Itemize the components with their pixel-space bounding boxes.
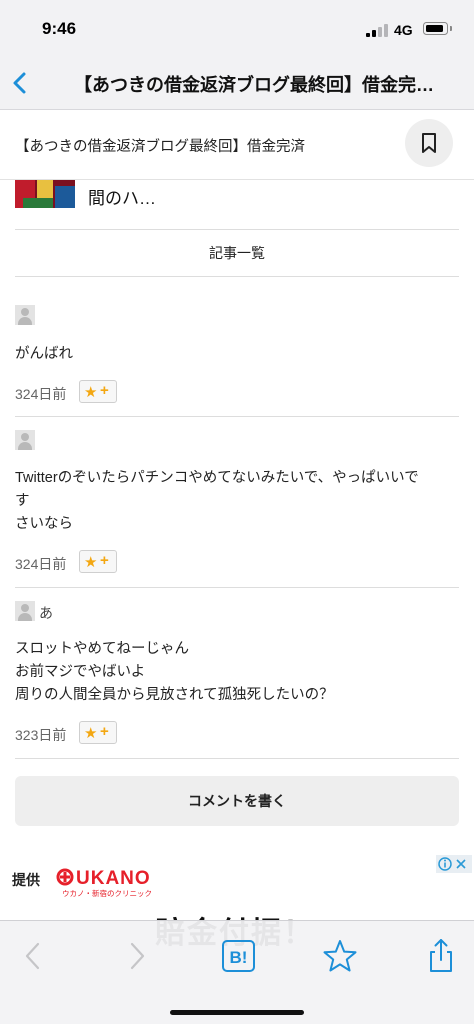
blog-title-bar: 【あつきの借金返済ブログ最終回】借金完済	[0, 110, 474, 180]
comment-line: スロットやめてねーじゃん	[15, 641, 189, 657]
signal-strength-icon	[366, 24, 388, 37]
home-indicator[interactable]	[170, 1010, 304, 1015]
divider	[15, 758, 459, 759]
article-list-link[interactable]: 記事一覧	[0, 230, 474, 276]
write-comment-button[interactable]: コメントを書く	[15, 776, 459, 826]
chevron-left-icon	[13, 72, 26, 94]
hatena-bookmark-icon: B!	[222, 940, 255, 972]
comment-text: スロットやめてねーじゃん お前マジでやばいよ 周りの人間全員から見放されて孤独死…	[15, 638, 455, 707]
avatar[interactable]	[15, 305, 35, 325]
comment-line: 周りの人間全員から見放されて孤独死したいの？	[15, 687, 334, 703]
back-nav-button[interactable]	[8, 931, 58, 981]
bottom-toolbar: B!	[0, 920, 474, 1024]
status-bar: 9:46 4G	[0, 0, 474, 58]
bookmark-icon	[422, 133, 436, 153]
share-icon	[430, 939, 452, 972]
star-icon: ★	[84, 725, 98, 742]
star-icon: ★	[84, 554, 98, 571]
comment-line: がんばれ	[15, 346, 73, 362]
back-button[interactable]	[6, 66, 38, 100]
comment-date[interactable]: 324日前	[15, 384, 66, 404]
plus-icon: +	[100, 382, 109, 399]
comment-item: がんばれ 324日前 ★ +	[15, 305, 459, 405]
navigation-bar: 【あつきの借金返済ブログ最終回】借金完…	[0, 58, 474, 110]
brand-tagline: ウカノ・新宿のクリニック	[62, 888, 152, 898]
comment-line: お前マジでやばいよ	[15, 664, 146, 680]
forward-nav-button[interactable]	[112, 931, 162, 981]
star-icon: ★	[84, 384, 98, 401]
avatar[interactable]	[15, 601, 35, 621]
add-star-button[interactable]: ★ +	[79, 721, 117, 744]
chevron-left-icon	[25, 942, 40, 970]
ad-choices-icon[interactable]	[436, 855, 472, 873]
article-thumbnail	[15, 180, 75, 208]
comment-author[interactable]: あ	[39, 603, 53, 623]
comment-text: がんばれ	[15, 343, 455, 366]
comment-date[interactable]: 324日前	[15, 554, 66, 574]
blog-title[interactable]: 【あつきの借金返済ブログ最終回】借金完済	[15, 135, 305, 156]
bookmark-button[interactable]	[405, 119, 453, 167]
plus-icon: +	[100, 552, 109, 569]
brand-logo: UKANO ウカノ・新宿のクリニック	[56, 868, 152, 898]
comment-date[interactable]: 323日前	[15, 725, 66, 745]
battery-icon	[423, 22, 452, 35]
related-article-title: 間のハ…	[88, 189, 156, 208]
status-time: 9:46	[42, 19, 77, 38]
share-button[interactable]	[416, 931, 466, 981]
related-article[interactable]: 間のハ…	[0, 180, 474, 230]
star-outline-icon	[323, 940, 357, 972]
divider	[15, 416, 459, 417]
hatena-bookmark-button[interactable]: B!	[214, 931, 264, 981]
ad-sponsor-label: 提供	[12, 872, 40, 888]
comment-item: Twitterのぞいたらパチンコやめてないみたいで、やっぱいいで す さいなら …	[15, 430, 459, 580]
comment-line: Twitterのぞいたらパチンコやめてないみたいで、やっぱいいで	[15, 470, 419, 486]
network-type: 4G	[394, 22, 413, 38]
brand-name: UKANO	[76, 868, 151, 889]
avatar[interactable]	[15, 430, 35, 450]
hatena-label: B!	[230, 948, 248, 967]
chevron-right-icon	[130, 942, 145, 970]
add-star-button[interactable]: ★ +	[79, 380, 117, 403]
divider	[15, 276, 459, 277]
comment-line: さいなら	[15, 516, 73, 532]
comment-line: す	[15, 493, 30, 509]
star-button[interactable]	[315, 931, 365, 981]
nav-title: 【あつきの借金返済ブログ最終回】借金完…	[74, 75, 434, 95]
plus-icon: +	[100, 723, 109, 740]
comment-text: Twitterのぞいたらパチンコやめてないみたいで、やっぱいいで す さいなら	[15, 467, 455, 536]
comment-item: あ スロットやめてねーじゃん お前マジでやばいよ 周りの人間全員から見放されて孤…	[15, 601, 459, 751]
divider	[15, 587, 459, 588]
add-star-button[interactable]: ★ +	[79, 550, 117, 573]
